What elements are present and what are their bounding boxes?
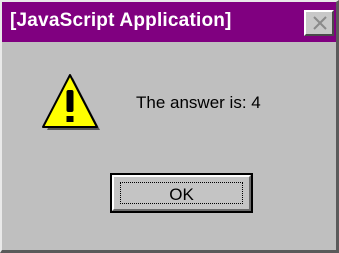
alert-message: The answer is: 4 [136,93,261,112]
warning-icon [42,74,100,130]
title-bar[interactable]: [JavaScript Application] [2,2,336,42]
close-button[interactable] [304,10,334,36]
ok-button-label: OK [169,185,194,204]
alert-dialog: [JavaScript Application] The answer is: … [0,0,339,253]
ok-button[interactable]: OK [110,173,253,213]
window-title: [JavaScript Application] [10,10,232,31]
close-x-icon [313,16,327,30]
